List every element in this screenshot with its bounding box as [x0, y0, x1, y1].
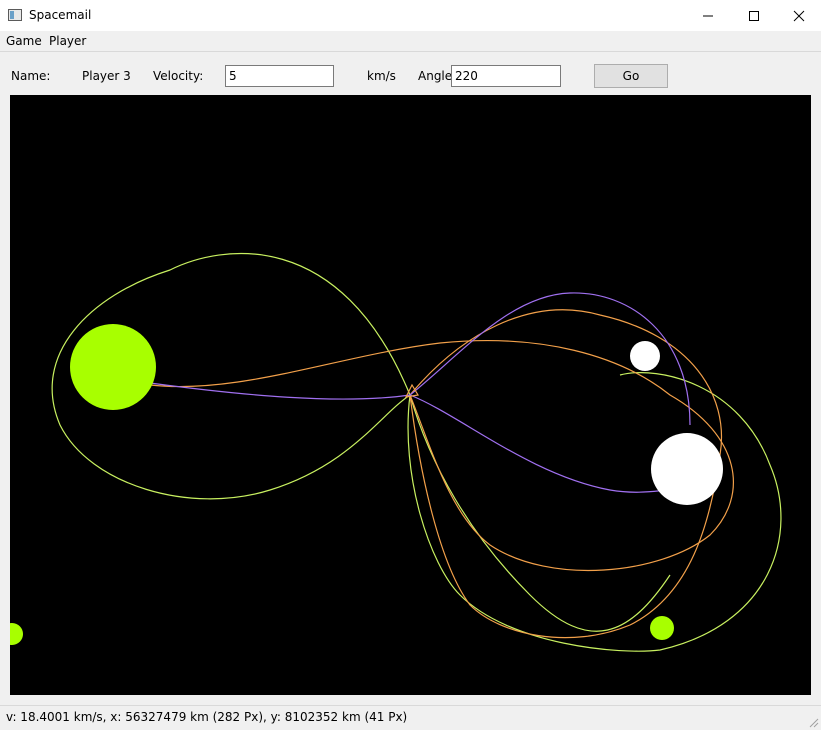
status-readout: v: 18.4001 km/s, x: 56327479 km (282 Px)… [6, 710, 408, 724]
toolbar: Name: Player 3 Velocity: km/s Angle Go [0, 52, 821, 96]
large-white-planet [651, 433, 723, 505]
maximize-icon [749, 10, 759, 21]
minimize-button[interactable] [685, 0, 731, 31]
menu-game[interactable]: Game [6, 34, 42, 48]
status-bar: v: 18.4001 km/s, x: 56327479 km (282 Px)… [0, 705, 821, 730]
space-view [10, 252, 782, 652]
small-lime-planet [650, 616, 674, 640]
green-arc-trail [409, 394, 671, 632]
app-icon [8, 9, 22, 21]
orange-orbit-trail [149, 340, 734, 572]
edge-lime-planet [10, 623, 23, 645]
window-title: Spacemail [29, 8, 92, 22]
name-label: Name: [11, 69, 51, 83]
menu-player[interactable]: Player [49, 34, 86, 48]
go-button[interactable]: Go [594, 64, 668, 88]
large-lime-planet [70, 324, 156, 410]
close-icon [793, 10, 805, 21]
maximize-button[interactable] [731, 0, 777, 31]
velocity-label: Velocity: [153, 69, 204, 83]
player-name: Player 3 [82, 69, 131, 83]
close-button[interactable] [776, 0, 821, 31]
minimize-icon [703, 15, 713, 16]
velocity-unit-label: km/s [367, 69, 396, 83]
green-loop-trail [407, 372, 782, 652]
game-canvas[interactable] [10, 95, 811, 695]
small-white-planet [630, 341, 660, 371]
angle-input[interactable] [451, 65, 561, 87]
resize-grip-icon[interactable] [807, 716, 819, 728]
menu-bar: Game Player [0, 31, 821, 52]
title-bar: Spacemail [0, 0, 821, 31]
angle-label: Angle [418, 69, 453, 83]
velocity-input[interactable] [225, 65, 334, 87]
